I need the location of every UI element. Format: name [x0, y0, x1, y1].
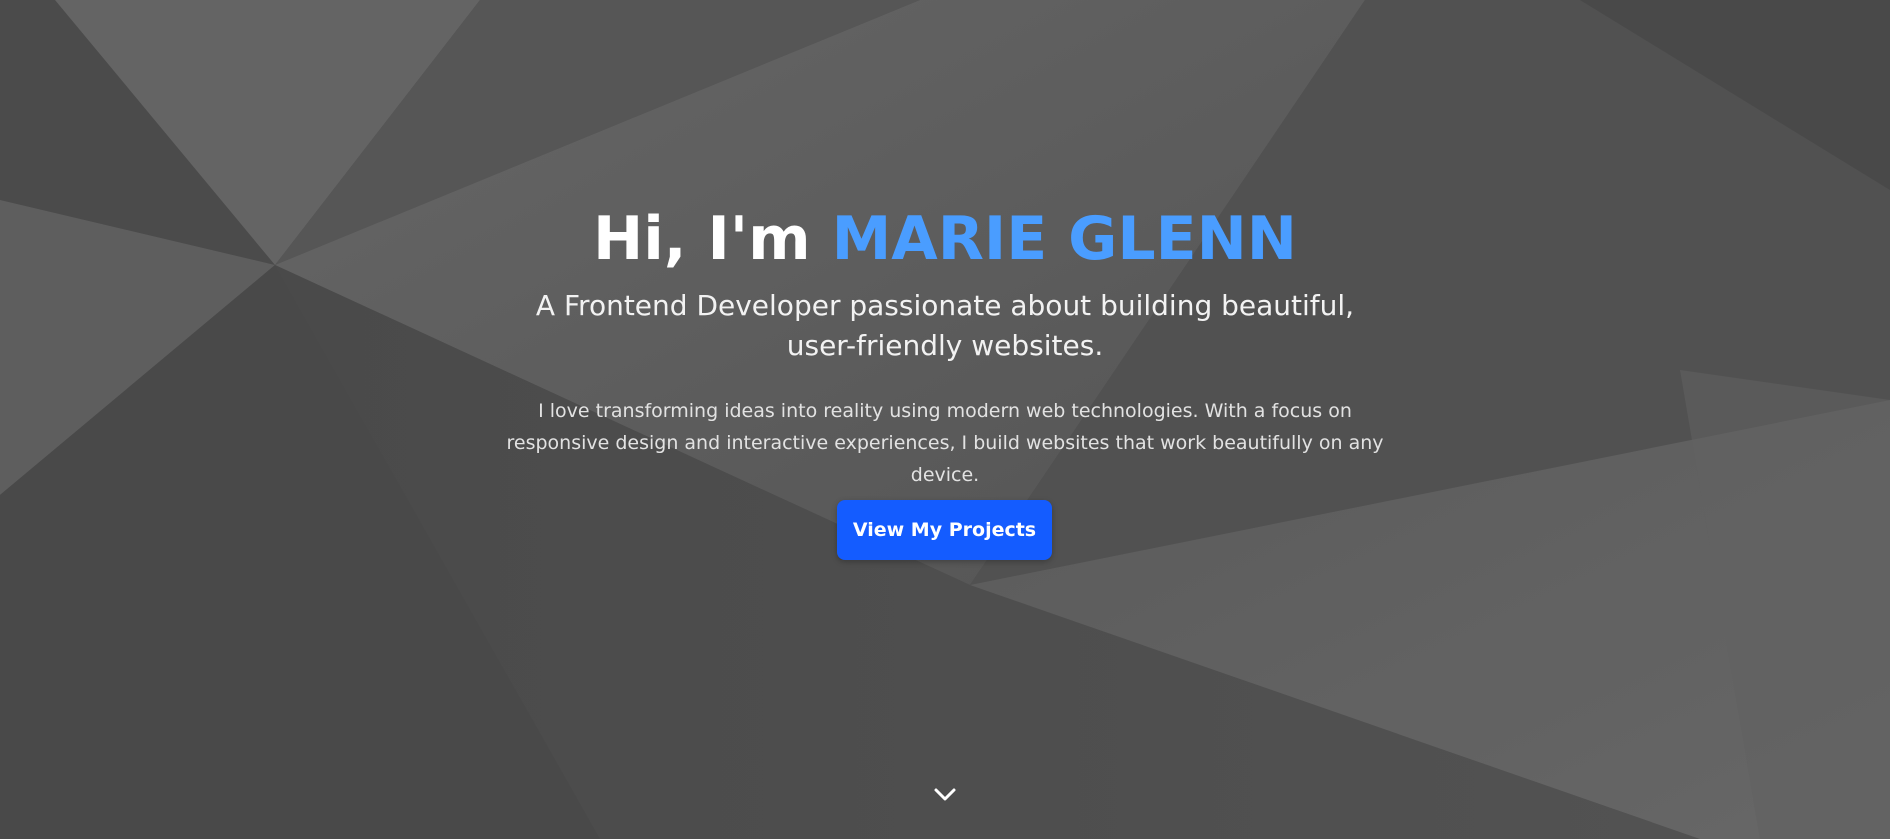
greeting-text: Hi, I'm [592, 204, 832, 274]
hero-headline: Hi, I'm MARIE GLENN [0, 204, 1890, 274]
hero-description: I love transforming ideas into reality u… [506, 400, 1384, 486]
hero-content: Hi, I'm MARIE GLENN A Frontend Developer… [0, 0, 1890, 839]
hero-subtitle: A Frontend Developer passionate about bu… [535, 289, 1355, 362]
hero-section: Hi, I'm MARIE GLENN A Frontend Developer… [0, 0, 1890, 839]
chevron-down-icon [934, 788, 956, 801]
view-projects-button[interactable]: View My Projects [837, 500, 1052, 560]
scroll-down-button[interactable] [930, 780, 960, 810]
developer-name: MARIE GLENN [831, 204, 1298, 274]
